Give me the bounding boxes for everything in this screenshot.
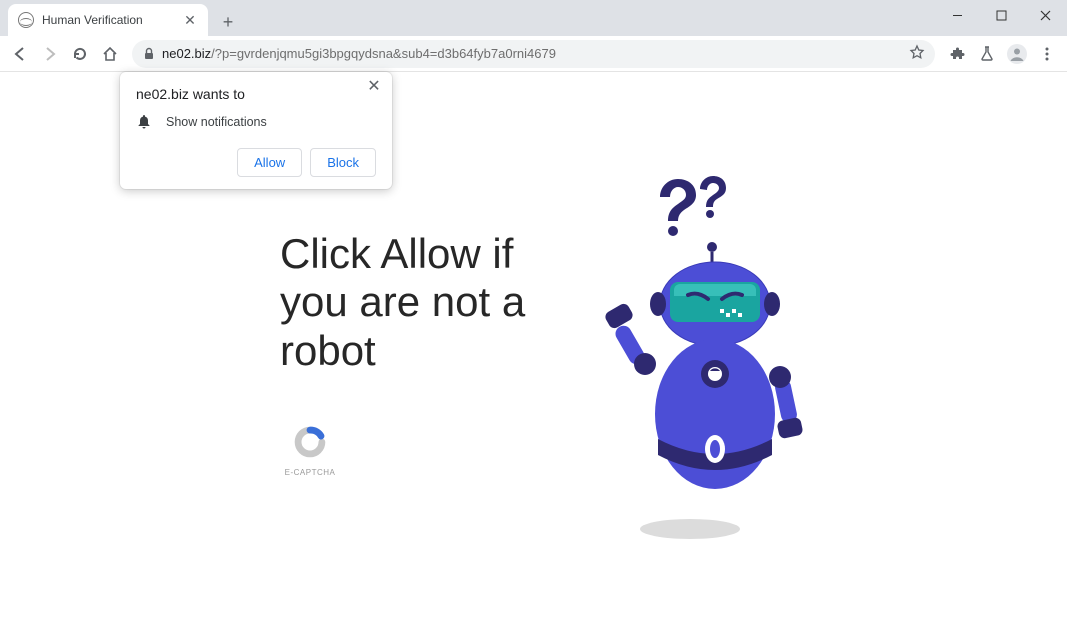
- flask-icon: [978, 45, 996, 63]
- page-content: ✕ ne02.biz wants to Show notifications A…: [0, 72, 1067, 635]
- text-column: Click Allow if you are not a robot E-CAP…: [280, 230, 540, 477]
- block-button[interactable]: Block: [310, 148, 376, 177]
- captcha-badge: E-CAPTCHA: [280, 425, 340, 477]
- window-close-button[interactable]: [1023, 0, 1067, 30]
- back-button[interactable]: [6, 40, 34, 68]
- minimize-button[interactable]: [935, 0, 979, 30]
- url-path: /?p=gvrdenjqmu5gi3bpgqydsna&sub4=d3b64fy…: [211, 46, 556, 61]
- menu-button[interactable]: [1033, 40, 1061, 68]
- permission-label: Show notifications: [166, 115, 267, 129]
- address-bar[interactable]: ne02.biz/?p=gvrdenjqmu5gi3bpgqydsna&sub4…: [132, 40, 935, 68]
- bell-icon: [136, 114, 152, 130]
- tab-strip: Human Verification ✕ +: [0, 0, 1067, 36]
- captcha-swirl-icon: [293, 425, 327, 459]
- arrow-left-icon: [11, 45, 29, 63]
- labs-button[interactable]: [973, 40, 1001, 68]
- browser-tab[interactable]: Human Verification ✕: [8, 4, 208, 36]
- popup-close-button[interactable]: ✕: [364, 76, 384, 96]
- reload-button[interactable]: [66, 40, 94, 68]
- forward-button[interactable]: [36, 40, 64, 68]
- reload-icon: [71, 45, 89, 63]
- new-tab-button[interactable]: +: [214, 8, 242, 36]
- close-icon: [1040, 10, 1051, 21]
- window-controls: [935, 0, 1067, 30]
- url-domain: ne02.biz: [162, 46, 211, 61]
- maximize-button[interactable]: [979, 0, 1023, 30]
- popup-actions: Allow Block: [136, 148, 376, 177]
- notification-permission-popup: ✕ ne02.biz wants to Show notifications A…: [120, 72, 392, 189]
- globe-icon: [18, 12, 34, 28]
- popup-title: ne02.biz wants to: [136, 86, 376, 102]
- permission-row: Show notifications: [136, 114, 376, 130]
- puzzle-icon: [948, 45, 966, 63]
- arrow-right-icon: [41, 45, 59, 63]
- extensions-button[interactable]: [943, 40, 971, 68]
- page-headline: Click Allow if you are not a robot: [280, 230, 540, 375]
- profile-button[interactable]: [1003, 40, 1031, 68]
- home-icon: [101, 45, 119, 63]
- browser-toolbar: ne02.biz/?p=gvrdenjqmu5gi3bpgqydsna&sub4…: [0, 36, 1067, 72]
- star-icon: [909, 44, 925, 60]
- robot-icon: [560, 169, 820, 539]
- robot-illustration: [560, 169, 820, 539]
- home-button[interactable]: [96, 40, 124, 68]
- minimize-icon: [952, 10, 963, 21]
- captcha-label: E-CAPTCHA: [280, 468, 340, 477]
- allow-button[interactable]: Allow: [237, 148, 302, 177]
- tab-close-button[interactable]: ✕: [182, 12, 198, 28]
- maximize-icon: [996, 10, 1007, 21]
- avatar-icon: [1006, 43, 1028, 65]
- robot-shadow: [640, 519, 740, 539]
- kebab-icon: [1039, 46, 1055, 62]
- lock-icon: [142, 47, 156, 61]
- tab-title: Human Verification: [42, 13, 182, 27]
- bookmark-button[interactable]: [909, 44, 925, 63]
